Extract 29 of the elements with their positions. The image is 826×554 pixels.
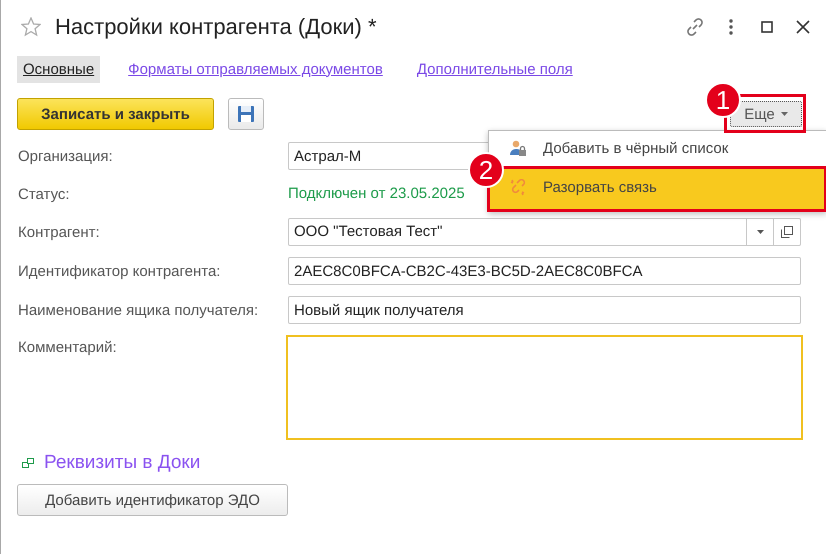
- more-button[interactable]: Еще: [730, 101, 802, 127]
- favorite-star-icon[interactable]: [21, 17, 41, 37]
- select-field[interactable]: ООО "Тестовая Тест": [288, 218, 801, 246]
- step-badge: 1: [705, 82, 741, 118]
- group-title[interactable]: Реквизиты в Доки: [44, 452, 200, 474]
- comment-field[interactable]: [286, 335, 803, 440]
- expand-group-icon[interactable]: [22, 458, 34, 468]
- field-label: Комментарий:: [18, 338, 118, 356]
- field-label: Статус:: [18, 186, 71, 202]
- window-title: Настройки контрагента (Доки) *: [55, 14, 378, 40]
- field-label: Наименование ящика получателя:: [18, 302, 260, 318]
- input-field[interactable]: Новый ящик получателя: [288, 296, 801, 324]
- field-label: Идентификатор контрагента:: [18, 262, 222, 280]
- field-label: Организация:: [18, 148, 114, 164]
- input-field[interactable]: 2AEC8C0BFCA-CB2C-43E3-BC5D-2AEC8C0BFCA: [288, 257, 801, 285]
- link-icon[interactable]: [684, 16, 706, 38]
- status-text: Подключен от 23.05.2025: [288, 184, 465, 204]
- broken-link-icon: [509, 178, 527, 196]
- save-and-close-button[interactable]: Записать и закрыть: [17, 98, 214, 130]
- save-button[interactable]: [228, 98, 264, 130]
- open-window-icon[interactable]: [781, 226, 793, 238]
- add-edo-id-button[interactable]: Добавить идентификатор ЭДО: [17, 484, 288, 516]
- caret-icon[interactable]: [756, 230, 764, 234]
- user-lock-icon: [509, 139, 527, 157]
- tab[interactable]: Форматы отправляемых документов: [122, 56, 389, 82]
- caret-icon: [780, 112, 788, 116]
- tab[interactable]: Основные: [17, 56, 100, 82]
- field-label: Контрагент:: [18, 224, 101, 240]
- tab[interactable]: Дополнительные поля: [410, 56, 579, 82]
